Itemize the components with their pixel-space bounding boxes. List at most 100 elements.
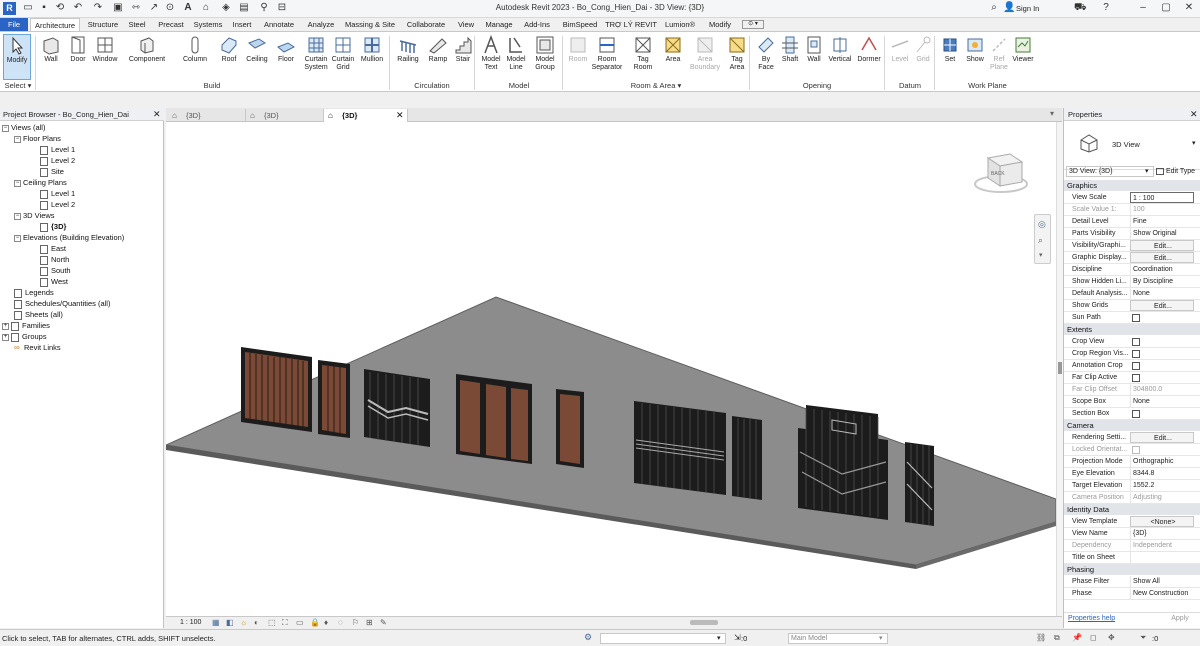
chevron-down-icon[interactable]: ▾ (1192, 139, 1196, 147)
tab-massing-site[interactable]: Massing & Site (341, 18, 399, 31)
vertical-scrollbar[interactable] (1056, 122, 1063, 616)
tree-node-legends[interactable]: Legends (2, 287, 162, 298)
prop-eye-elevation[interactable]: Eye Elevation 8344.8 (1064, 468, 1200, 480)
link-select-icon[interactable]: ⛓ (1036, 633, 1046, 642)
crop-view-icon[interactable]: ⛶ (282, 618, 288, 628)
ribbon-toggle-icon[interactable]: ⊙ ▾ (742, 20, 764, 29)
prop-target-elevation[interactable]: Target Elevation 1552.2 (1064, 480, 1200, 492)
prop-value[interactable]: Show Original (1130, 228, 1194, 239)
tab-systems[interactable]: Systems (191, 18, 225, 31)
component-button[interactable]: Component (127, 34, 167, 80)
tab-insert[interactable]: Insert (228, 18, 256, 31)
tree-node-schedules[interactable]: Schedules/Quantities (all) (2, 298, 162, 309)
group-extents[interactable]: Extents (1064, 324, 1200, 335)
close-icon[interactable]: ✕ (153, 108, 161, 121)
curtain-system-button[interactable]: Curtain System (301, 34, 331, 80)
prop-rendering-settings[interactable]: Rendering Setti... Edit... (1064, 432, 1200, 444)
tree-item-cp-level-1[interactable]: Level 1 (2, 188, 162, 199)
view-tab[interactable]: ⌂ {3D} (246, 109, 324, 122)
underlay-select-icon[interactable]: ⧉ (1054, 633, 1060, 643)
workset-dropdown[interactable]: ▾ (600, 633, 726, 644)
tree-node-floor-plans[interactable]: − Floor Plans (2, 133, 162, 144)
group-graphics[interactable]: Graphics (1064, 180, 1200, 191)
prop-value[interactable]: By Discipline (1130, 276, 1194, 287)
search-icon[interactable]: ⌕ (988, 2, 1000, 14)
gate-black-7[interactable] (732, 416, 762, 500)
tree-item-west[interactable]: West (2, 276, 162, 287)
prop-discipline[interactable]: Discipline Coordination (1064, 264, 1200, 276)
close-icon[interactable]: ✕ (1183, 2, 1195, 14)
gate-black-3[interactable] (364, 369, 430, 447)
tab-bimspeed[interactable]: BimSpeed (558, 18, 602, 31)
view-scale[interactable]: 1 : 100 (180, 619, 201, 626)
horizontal-scroll-thumb[interactable] (690, 620, 718, 625)
panel-select[interactable]: Select ▾ (2, 80, 34, 91)
tab-file[interactable]: File (0, 18, 28, 31)
drawing-canvas[interactable]: BACK ◎ ⌕ ▾ (164, 122, 1057, 616)
dormer-button[interactable]: Dormer (854, 34, 884, 80)
edit-button[interactable]: Edit... (1130, 240, 1194, 251)
tab-tro-ly-revit[interactable]: TRỢ LÝ REVIT (605, 18, 657, 31)
model-group-button[interactable]: Model Group (530, 34, 560, 80)
tab-lumion[interactable]: Lumion® (660, 18, 700, 31)
vertical-button[interactable]: Vertical (825, 34, 855, 80)
prop-visibility-graphics[interactable]: Visibility/Graphi... Edit... (1064, 240, 1200, 252)
prop-scope-box[interactable]: Scope Box None (1064, 396, 1200, 408)
ceiling-button[interactable]: Ceiling (242, 34, 272, 80)
collapse-icon[interactable]: − (14, 179, 21, 187)
steering-wheel-icon[interactable]: ◎ (1038, 219, 1046, 230)
tab-add-ins[interactable]: Add-Ins (520, 18, 554, 31)
gate-black-8[interactable] (798, 405, 888, 520)
tree-node-groups[interactable]: + Groups (2, 331, 162, 342)
collapse-icon[interactable]: − (14, 212, 21, 220)
gate-brick-5[interactable] (556, 389, 584, 468)
tab-structure[interactable]: Structure (84, 18, 122, 31)
prop-value[interactable]: 1552.2 (1130, 480, 1194, 491)
prop-phase[interactable]: Phase New Construction (1064, 588, 1200, 600)
edit-button[interactable]: Edit... (1130, 300, 1194, 311)
gate-wood-1[interactable] (241, 347, 312, 432)
editable-only-icon[interactable]: ⇲ (734, 633, 741, 642)
tab-precast[interactable]: Precast (154, 18, 188, 31)
prop-graphic-display[interactable]: Graphic Display... Edit... (1064, 252, 1200, 264)
detail-level-icon[interactable]: ▦ (212, 618, 220, 627)
prop-phase-filter[interactable]: Phase Filter Show All (1064, 576, 1200, 588)
tree-item-east[interactable]: East (2, 243, 162, 254)
modify-button[interactable]: Modify (3, 34, 31, 80)
prop-parts-visibility[interactable]: Parts Visibility Show Original (1064, 228, 1200, 240)
edit-button[interactable]: Edit... (1130, 252, 1194, 263)
prop-view-scale[interactable]: View Scale 1 : 100 (1064, 192, 1200, 204)
prop-value[interactable]: None (1130, 396, 1194, 407)
group-identity-data[interactable]: Identity Data (1064, 504, 1200, 515)
tree-node-families[interactable]: + Families (2, 320, 162, 331)
viewcube[interactable]: BACK (974, 150, 1028, 194)
3d-model-view[interactable] (164, 122, 1057, 616)
view-template-button[interactable]: <None> (1130, 516, 1194, 527)
window-button[interactable]: Window (90, 34, 120, 80)
tree-node-elevations[interactable]: − Elevations (Building Elevation) (2, 232, 162, 243)
prop-view-name[interactable]: View Name {3D} (1064, 528, 1200, 540)
face-select-icon[interactable]: ◻ (1090, 633, 1097, 642)
ground-slab-top[interactable] (164, 296, 1057, 566)
tab-analyze[interactable]: Analyze (303, 18, 339, 31)
prop-value[interactable]: {3D} (1130, 528, 1194, 539)
prop-value[interactable]: New Construction (1130, 588, 1194, 599)
gate-wood-2[interactable] (318, 360, 350, 438)
highlight-icon[interactable]: ✎ (380, 618, 387, 627)
room-separator-button[interactable]: Room Separator (590, 34, 624, 80)
properties-help-link[interactable]: Properties help (1068, 615, 1115, 622)
analytical-icon[interactable]: ⊞ (366, 618, 373, 627)
prop-show-grids[interactable]: Show Grids Edit... (1064, 300, 1200, 312)
zoom-icon[interactable]: ⌕ (1038, 235, 1043, 246)
collapse-icon[interactable]: − (14, 135, 21, 143)
reveal-hidden-icon[interactable]: ◌ (338, 618, 343, 627)
tag-area-button[interactable]: Tag Area (722, 34, 752, 80)
prop-annotation-crop[interactable]: Annotation Crop (1064, 360, 1200, 372)
close-tab-icon[interactable]: ✕ (396, 109, 404, 122)
prop-projection-mode[interactable]: Projection Mode Orthographic (1064, 456, 1200, 468)
drag-select-icon[interactable]: ✥ (1108, 633, 1115, 642)
lock-view-icon[interactable]: 🔒 (310, 618, 320, 627)
tree-item-cp-level-2[interactable]: Level 2 (2, 199, 162, 210)
view-tab-active[interactable]: ⌂ {3D} ✕ (324, 109, 408, 122)
tree-node-views[interactable]: − Views (all) (2, 122, 162, 133)
